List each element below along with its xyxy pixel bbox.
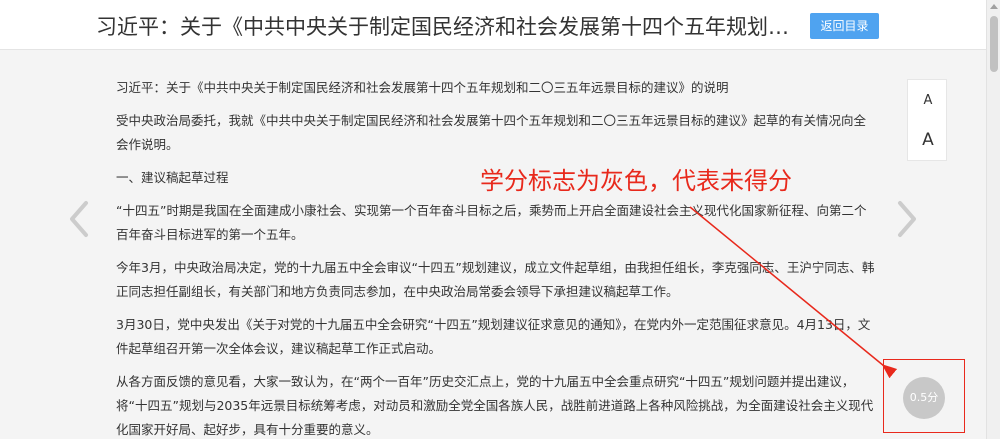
article-paragraph: “十四五”时期是我国在全面建成小康社会、实现第一个百年奋斗目标之后，乘势而上开启… xyxy=(116,203,867,242)
page-title: 习近平：关于《中共中央关于制定国民经济和社会发展第十四个五年规划和二〇三五年远景… xyxy=(96,15,796,39)
back-to-catalog-button[interactable]: 返回目录 xyxy=(810,13,879,39)
page-header: 习近平：关于《中共中央关于制定国民经济和社会发展第十四个五年规划和二〇三五年远景… xyxy=(0,0,986,50)
article-paragraph: 今年3月，中央政治局决定，党的十九届五中全会审议“十四五”规划建议，成立文件起草… xyxy=(116,260,875,299)
score-badge: 0.5分 xyxy=(903,377,945,419)
font-decrease-button[interactable]: A xyxy=(908,86,948,116)
chevron-right-icon xyxy=(898,201,916,237)
scroll-up-icon[interactable] xyxy=(990,4,998,9)
annotation-text: 学分标志为灰色，代表未得分 xyxy=(480,167,792,195)
article-body: 习近平：关于《中共中央关于制定国民经济和社会发展第十四个五年规划和二〇三五年远景… xyxy=(116,76,876,439)
article-paragraph: 3月30日，党中央发出《关于对党的十九届五中全会研究“十四五”规划建议征求意见的… xyxy=(116,317,871,356)
scrollbar[interactable] xyxy=(986,0,1000,439)
score-highlight-box: 0.5分 xyxy=(883,359,965,433)
article-heading: 习近平：关于《中共中央关于制定国民经济和社会发展第十四个五年规划和二〇三五年远景… xyxy=(116,80,729,95)
article-paragraph: 受中央政治局委托，我就《中共中央关于制定国民经济和社会发展第十四个五年规划和二〇… xyxy=(116,113,867,152)
next-page-button[interactable] xyxy=(896,200,918,238)
scroll-thumb[interactable] xyxy=(990,16,998,72)
prev-page-button[interactable] xyxy=(68,200,90,238)
chevron-left-icon xyxy=(70,201,88,237)
font-size-panel: A A xyxy=(907,79,947,161)
article-paragraph: 从各方面反馈的意见看，大家一致认为，在“两个一百年”历史交汇点上，党的十九届五中… xyxy=(116,374,874,437)
font-increase-button[interactable]: A xyxy=(908,124,948,156)
